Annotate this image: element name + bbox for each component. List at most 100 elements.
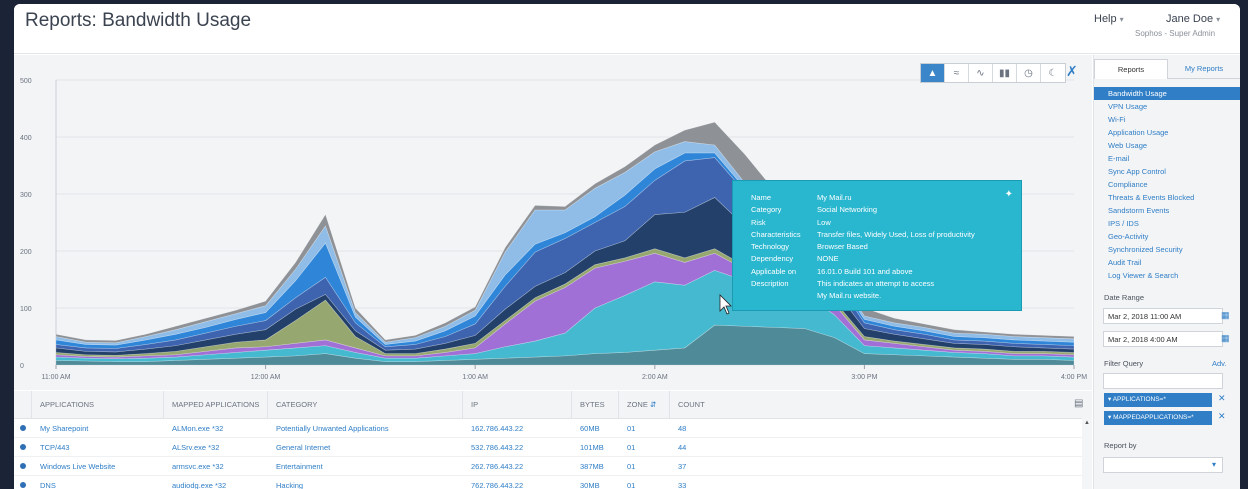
table-row[interactable]: DNS audiodg.exe *32 Hacking 762.786.443.22 3… bbox=[14, 476, 1092, 489]
report-by-label: Report by bbox=[1104, 441, 1137, 450]
stacked-area-icon[interactable]: ≈ bbox=[945, 64, 969, 82]
cell-bytes[interactable]: 30MB bbox=[572, 476, 619, 489]
cell-mapped[interactable]: ALMon.exe *32 bbox=[164, 419, 268, 437]
cell-category[interactable]: Hacking bbox=[268, 476, 463, 489]
tooltip-value: My Mail.ru website. bbox=[817, 291, 882, 301]
col-mapped-applications[interactable]: MAPPED APPLICATIONS bbox=[164, 391, 268, 418]
cell-ip[interactable]: 162.786.443.22 bbox=[463, 419, 572, 437]
report-by-select[interactable]: ▾ bbox=[1103, 457, 1223, 473]
cell-bytes[interactable]: 101MB bbox=[572, 438, 619, 456]
cell-ip[interactable]: 532.786.443.22 bbox=[463, 438, 572, 456]
tab-reports[interactable]: Reports bbox=[1094, 59, 1168, 79]
calendar-icon[interactable]: ▦ bbox=[1221, 333, 1230, 344]
cell-count[interactable]: 37 bbox=[670, 457, 730, 475]
cell-category[interactable]: General Internet bbox=[268, 438, 463, 456]
cell-count[interactable]: 48 bbox=[670, 419, 730, 437]
cell-category[interactable]: Entertainment bbox=[268, 457, 463, 475]
tooltip-key: Technology bbox=[751, 242, 789, 252]
col-category[interactable]: CATEGORY bbox=[268, 391, 463, 418]
tooltip-value: 16.01.0 Build 101 and above bbox=[817, 266, 913, 276]
cell-mapped[interactable]: ALSrv.exe *32 bbox=[164, 438, 268, 456]
cell-application[interactable]: TCP/443 bbox=[32, 438, 164, 456]
area-chart-icon[interactable]: ▲ bbox=[921, 64, 945, 82]
date-range-label: Date Range bbox=[1104, 293, 1145, 302]
cell-application[interactable]: My Sharepoint bbox=[32, 419, 164, 437]
bar-chart-icon[interactable]: ▮▮ bbox=[993, 64, 1017, 82]
tooltip-key: Category bbox=[751, 205, 782, 215]
sidebar-item[interactable]: Audit Trail bbox=[1094, 256, 1240, 269]
status-dot-icon bbox=[20, 482, 26, 488]
sidebar-item[interactable]: Application Usage bbox=[1094, 126, 1240, 139]
cell-zone[interactable]: 01 bbox=[619, 457, 670, 475]
cell-mapped[interactable]: armsvc.exe *32 bbox=[164, 457, 268, 475]
tab-my-reports[interactable]: My Reports bbox=[1168, 59, 1240, 79]
sidebar-item[interactable]: Sync App Control bbox=[1094, 165, 1240, 178]
chip-label: APPLICATIONS=* bbox=[1112, 396, 1166, 403]
sidebar-item[interactable]: Wi-Fi bbox=[1094, 113, 1240, 126]
col-ip[interactable]: IP bbox=[463, 391, 572, 418]
clock-icon[interactable]: ◷ bbox=[1017, 64, 1041, 82]
cell-ip[interactable]: 762.786.443.22 bbox=[463, 476, 572, 489]
col-bytes[interactable]: BYTES bbox=[572, 391, 619, 418]
cell-zone[interactable]: 01 bbox=[619, 438, 670, 456]
line-chart-icon[interactable]: ∿ bbox=[969, 64, 993, 82]
tooltip-key: Risk bbox=[751, 217, 766, 227]
cell-application[interactable]: DNS bbox=[32, 476, 164, 489]
tooltip-value: NONE bbox=[817, 254, 839, 264]
table-row[interactable]: My Sharepoint ALMon.exe *32 Potentially Un… bbox=[14, 419, 1092, 438]
y-tick-label: 100 bbox=[20, 306, 32, 313]
moon-icon[interactable]: ☾ bbox=[1041, 64, 1065, 82]
cell-mapped[interactable]: audiodg.exe *32 bbox=[164, 476, 268, 489]
sidebar-item[interactable]: Compliance bbox=[1094, 178, 1240, 191]
col-zone[interactable]: ZONE ⇵ bbox=[619, 391, 670, 418]
cell-application[interactable]: Windows Live Website bbox=[32, 457, 164, 475]
tooltip-key bbox=[751, 291, 817, 303]
sidebar-item[interactable]: Bandwidth Usage bbox=[1094, 87, 1240, 100]
close-icon[interactable]: ✕ bbox=[1218, 411, 1226, 422]
status-dot-icon bbox=[20, 463, 26, 469]
user-role: Sophos - Super Admin bbox=[1135, 29, 1216, 38]
tooltip-value: Low bbox=[817, 217, 831, 227]
help-label: Help bbox=[1094, 13, 1117, 25]
table-row[interactable]: Windows Live Website armsvc.exe *32 Entert… bbox=[14, 457, 1092, 476]
filter-chip-mapped[interactable]: ▾ MAPPEDAPPLICATIONS=* bbox=[1104, 411, 1212, 425]
sidebar-item[interactable]: Synchronized Security bbox=[1094, 243, 1240, 256]
scroll-up-icon[interactable]: ▲ bbox=[1082, 420, 1092, 426]
cell-zone[interactable]: 01 bbox=[619, 419, 670, 437]
cell-count[interactable]: 44 bbox=[670, 438, 730, 456]
filter-chip-applications[interactable]: ▾ APPLICATIONS=* bbox=[1104, 393, 1212, 407]
calendar-icon[interactable]: ▦ bbox=[1221, 310, 1230, 321]
sidebar-item[interactable]: Sandstorm Events bbox=[1094, 204, 1240, 217]
advanced-link[interactable]: Adv. bbox=[1212, 359, 1226, 368]
help-menu[interactable]: Help ▾ bbox=[1094, 13, 1124, 25]
close-icon[interactable]: ✕ bbox=[1218, 393, 1226, 404]
date-to-field[interactable]: Mar 2, 2018 4:00 AM bbox=[1103, 331, 1223, 347]
tools-icon[interactable]: ✗ bbox=[1066, 63, 1078, 80]
cell-count[interactable]: 33 bbox=[670, 476, 730, 489]
date-from-field[interactable]: Mar 2, 2018 11:00 AM bbox=[1103, 308, 1223, 324]
table-scrollbar[interactable]: ▲ bbox=[1082, 418, 1092, 489]
cell-zone[interactable]: 01 bbox=[619, 476, 670, 489]
col-count[interactable]: COUNT bbox=[670, 391, 730, 418]
cell-bytes[interactable]: 60MB bbox=[572, 419, 619, 437]
col-applications[interactable]: APPLICATIONS bbox=[32, 391, 164, 418]
sidebar-item[interactable]: Geo-Activity bbox=[1094, 230, 1240, 243]
pin-icon[interactable]: ✦ bbox=[1005, 189, 1013, 200]
cell-bytes[interactable]: 387MB bbox=[572, 457, 619, 475]
cell-category[interactable]: Potentially Unwanted Applications bbox=[268, 419, 463, 437]
applications-table: APPLICATIONS MAPPED APPLICATIONS CATEGOR… bbox=[14, 391, 1092, 489]
sidebar-item[interactable]: VPN Usage bbox=[1094, 100, 1240, 113]
y-tick-label: 0 bbox=[20, 363, 24, 370]
export-icon[interactable]: ▤ bbox=[1074, 398, 1083, 409]
y-tick-label: 300 bbox=[20, 192, 32, 199]
sidebar-item[interactable]: Threats & Events Blocked bbox=[1094, 191, 1240, 204]
sidebar-item[interactable]: E-mail bbox=[1094, 152, 1240, 165]
sidebar-item[interactable]: Log Viewer & Search bbox=[1094, 269, 1240, 282]
sidebar-item[interactable]: IPS / IDS bbox=[1094, 217, 1240, 230]
sort-icon[interactable]: ⇵ bbox=[650, 400, 656, 409]
table-row[interactable]: TCP/443 ALSrv.exe *32 General Internet 532.… bbox=[14, 438, 1092, 457]
user-menu[interactable]: Jane Doe ▾ bbox=[1166, 13, 1220, 25]
sidebar-item[interactable]: Web Usage bbox=[1094, 139, 1240, 152]
cell-ip[interactable]: 262.786.443.22 bbox=[463, 457, 572, 475]
filter-query-input[interactable] bbox=[1103, 373, 1223, 389]
